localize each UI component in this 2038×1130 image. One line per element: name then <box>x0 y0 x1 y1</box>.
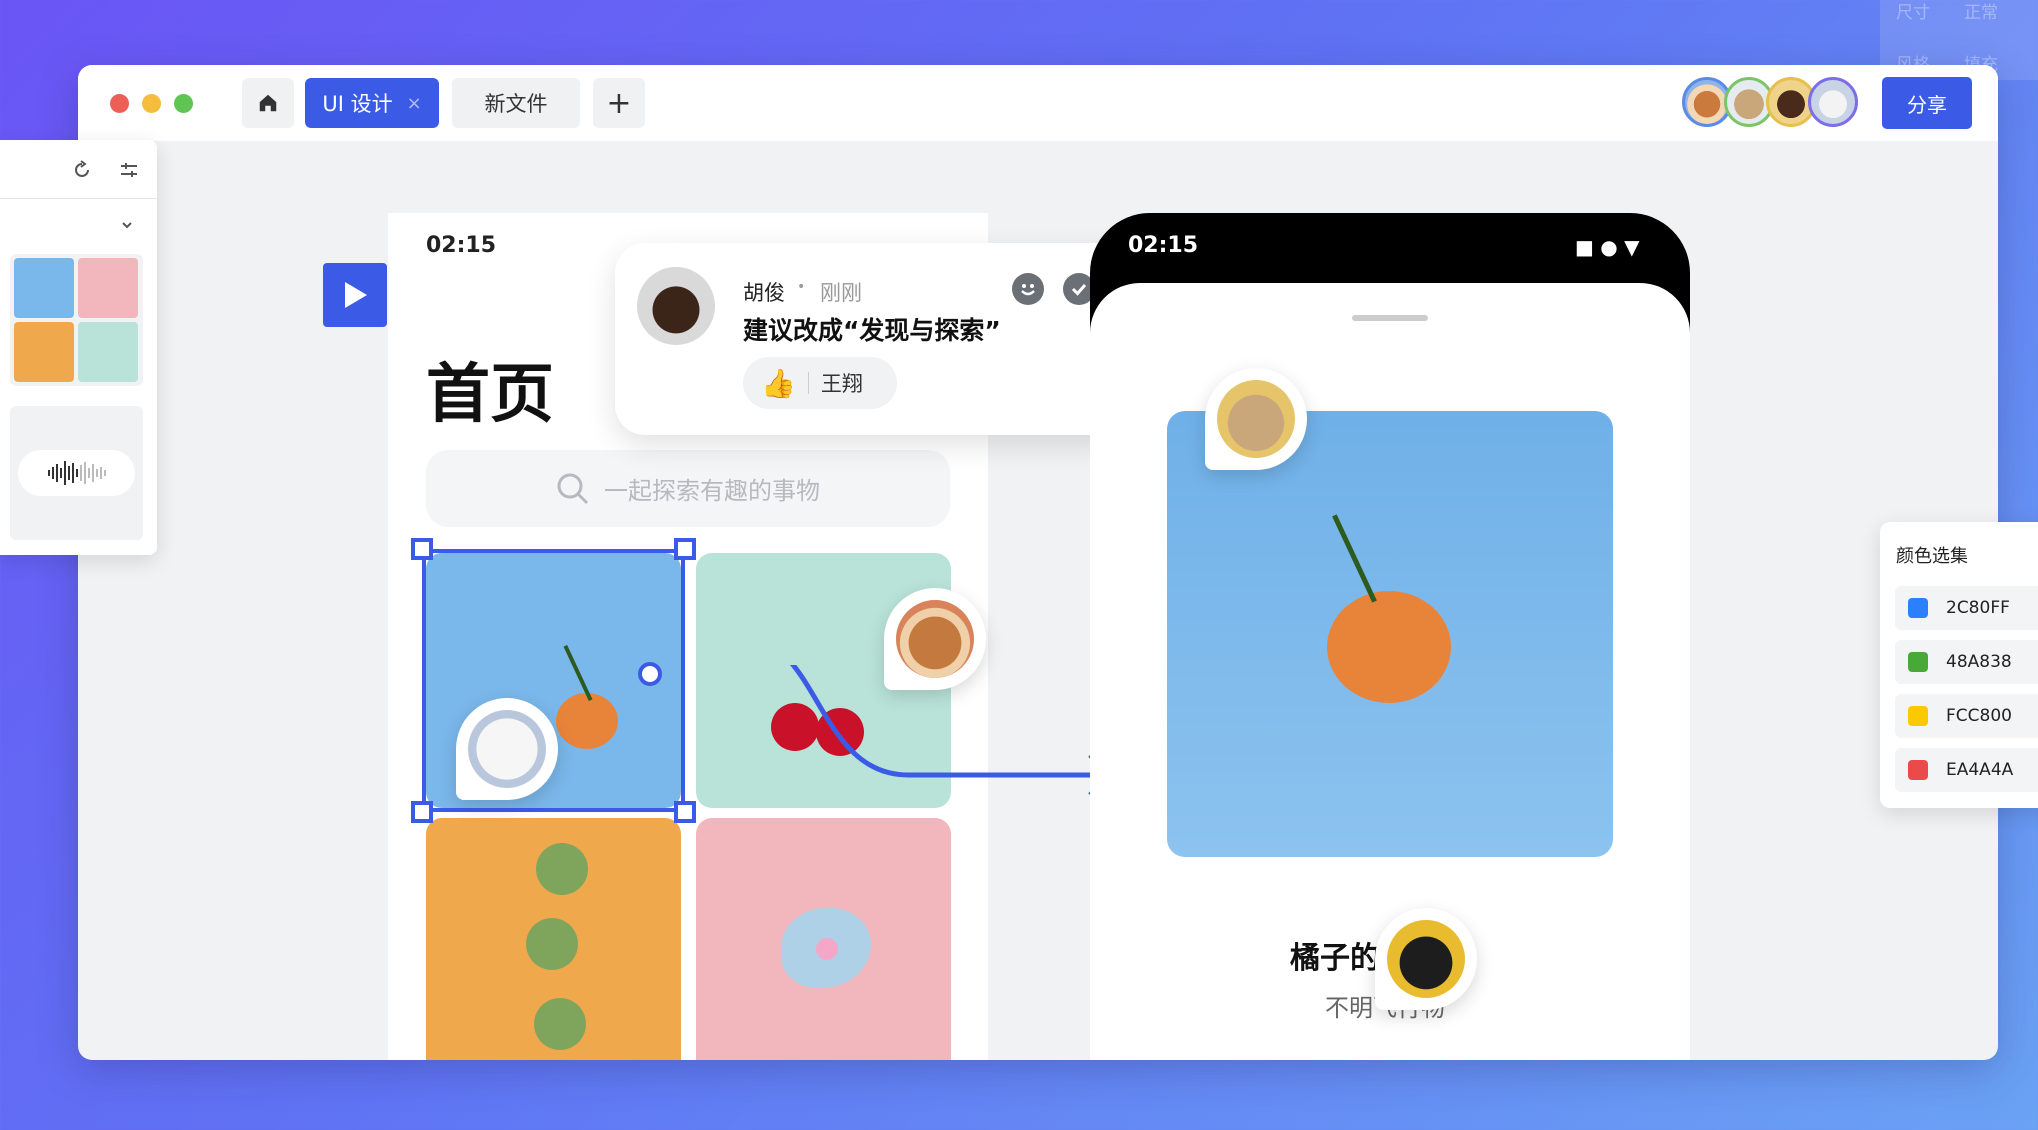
tab-label: 新文件 <box>484 92 548 116</box>
close-tab-icon[interactable]: × <box>407 93 422 114</box>
assets-panel <box>0 140 157 555</box>
commenter-avatar <box>637 267 715 345</box>
plus-icon: + <box>606 85 632 121</box>
tab-ui-design[interactable]: UI 设计 × <box>305 78 439 128</box>
resize-handle-bottom-left[interactable] <box>411 801 433 823</box>
color-hex-label: 2C80FF <box>1946 598 2010 618</box>
color-swatch-row[interactable]: 48A838 <box>1895 640 2038 684</box>
tab-label: UI 设计 <box>322 92 393 116</box>
page-title: 首页 <box>426 358 554 432</box>
color-panel-title: 颜色选集 <box>1896 546 1968 567</box>
color-hex-label: FCC800 <box>1946 706 2012 726</box>
reaction-divider <box>807 372 809 394</box>
search-placeholder: 一起探索有趣的事物 <box>604 477 820 505</box>
play-icon <box>345 282 367 308</box>
status-time: 02:15 <box>1128 233 1199 258</box>
thumbs-up-icon: 👍 <box>761 366 796 400</box>
app-window: UI 设计 × 新文件 + 分享 02:15 首页 一起探索有趣的事物 胡俊 •… <box>78 65 1998 1060</box>
tile-brussels-sprouts[interactable] <box>426 818 681 1060</box>
color-swatch <box>1908 652 1928 672</box>
comment-bubble[interactable]: 胡俊 • 刚刚 建议改成“发现与探索” 👍 王翔 <box>615 243 1127 435</box>
panel-divider <box>0 198 157 199</box>
title-bar: UI 设计 × 新文件 + 分享 <box>78 65 1998 141</box>
cat-avatar <box>1217 380 1295 458</box>
hero-image-orange[interactable] <box>1167 411 1613 857</box>
link-anchor-handle[interactable] <box>638 662 662 686</box>
color-swatch-row[interactable]: FCC800 <box>1895 694 2038 738</box>
color-hex-label: EA4A4A <box>1946 760 2014 780</box>
color-swatch-row[interactable]: EA4A4A <box>1895 748 2038 792</box>
color-collection-panel: 颜色选集 2C80FF 48A838 FCC800 EA4A4A <box>1880 522 2038 808</box>
audio-asset[interactable] <box>10 406 143 540</box>
share-button[interactable]: 分享 <box>1882 77 1972 129</box>
emoji-reaction-button[interactable] <box>1012 273 1044 305</box>
thumbnail-brussels-sprouts[interactable] <box>14 322 74 382</box>
close-window-button[interactable] <box>110 94 129 113</box>
search-input[interactable]: 一起探索有趣的事物 <box>426 450 950 527</box>
color-swatch <box>1908 598 1928 618</box>
smile-icon <box>1021 284 1035 296</box>
check-icon <box>1071 284 1087 296</box>
color-hex-label: 48A838 <box>1946 652 2012 672</box>
sprout-image <box>526 918 578 970</box>
color-swatch <box>1908 706 1928 726</box>
color-swatch-row[interactable]: 2C80FF <box>1895 586 2038 630</box>
size-label: 尺寸 <box>1896 3 1930 23</box>
detail-screen-frame[interactable]: 02:15 ■ ● ▼ 橘子的一天 不明飞行物 <box>1090 213 1690 1060</box>
orange-stem <box>1332 514 1377 603</box>
orange-image <box>1327 591 1451 703</box>
thumbnail-orange[interactable] <box>14 258 74 318</box>
collaborator-avatars[interactable] <box>1682 77 1858 127</box>
pug-avatar <box>1387 920 1465 998</box>
reaction-user: 王翔 <box>820 372 863 396</box>
play-prototype-button[interactable] <box>323 263 387 327</box>
reaction-chip[interactable]: 👍 王翔 <box>743 357 897 409</box>
comment-author: 胡俊 <box>743 281 785 305</box>
thumbnail-lollipop[interactable] <box>78 258 138 318</box>
minimize-window-button[interactable] <box>142 94 161 113</box>
comment-text: 建议改成“发现与探索” <box>743 316 1001 345</box>
comment-separator: • <box>797 279 806 295</box>
avatar-white-cat[interactable] <box>1808 77 1858 127</box>
home-button[interactable] <box>242 78 294 128</box>
waveform-icon <box>18 450 135 496</box>
thumbnail-grid <box>10 254 143 386</box>
tab-new-file[interactable]: 新文件 <box>452 78 580 128</box>
maximize-window-button[interactable] <box>174 94 193 113</box>
size-value[interactable]: 正常 <box>1964 0 1998 23</box>
sprout-image <box>536 843 588 895</box>
sprout-image <box>534 998 586 1050</box>
add-tab-button[interactable]: + <box>593 78 645 128</box>
chevron-down-icon[interactable] <box>120 218 134 232</box>
tile-lollipop[interactable] <box>696 818 951 1060</box>
lollipop-image <box>816 938 838 960</box>
color-swatch <box>1908 760 1928 780</box>
collaborator-pin-cat[interactable] <box>1205 368 1307 470</box>
resize-handle-top-left[interactable] <box>411 538 433 560</box>
comment-time: 刚刚 <box>820 281 862 305</box>
collaborator-pin-white-cat[interactable] <box>456 698 558 800</box>
home-icon <box>259 94 277 112</box>
search-icon <box>557 473 589 504</box>
resize-handle-top-right[interactable] <box>674 538 696 560</box>
adjust-icon[interactable] <box>119 160 139 180</box>
thumbnail-cherries[interactable] <box>78 322 138 382</box>
sheet-grabber[interactable] <box>1352 315 1428 321</box>
detail-sheet: 橘子的一天 不明飞行物 <box>1090 283 1690 1060</box>
white-cat-avatar <box>468 710 546 788</box>
collaborator-pin-pug[interactable] <box>1375 908 1477 1010</box>
status-time: 02:15 <box>426 233 497 258</box>
refresh-icon[interactable] <box>72 160 92 180</box>
status-icons: ■ ● ▼ <box>1575 235 1640 259</box>
